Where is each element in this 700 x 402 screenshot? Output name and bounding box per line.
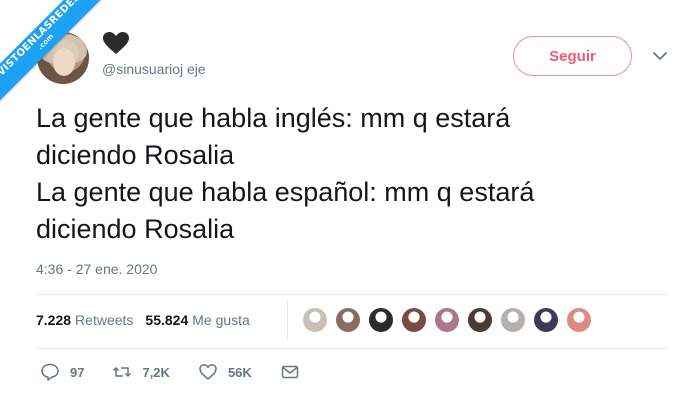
liker-avatar[interactable] (467, 307, 493, 333)
retweet-icon (113, 366, 132, 378)
liker-avatar[interactable] (566, 307, 592, 333)
retweet-count: 7,2K (142, 364, 170, 380)
divider (36, 294, 668, 295)
tweet-text: La gente que habla inglés: mm q estará d… (36, 100, 676, 248)
watermark-banner: VISTOENLASREDES .com (0, 0, 113, 109)
tweet-line: diciendo Rosalia (36, 140, 235, 170)
chevron-down-icon[interactable] (652, 50, 668, 62)
engagement-stats: 7.228 Retweets 55.824 Me gusta (36, 312, 250, 328)
liker-avatar[interactable] (368, 307, 394, 333)
likes-label[interactable]: Me gusta (192, 312, 250, 328)
liker-avatar[interactable] (302, 307, 328, 333)
liker-avatar[interactable] (335, 307, 361, 333)
tweet-line: diciendo Rosalia (36, 214, 235, 244)
follow-button[interactable]: Seguir (513, 36, 632, 76)
reply-icon (41, 363, 59, 381)
likes-count[interactable]: 55.824 (145, 312, 188, 328)
stats-separator (287, 300, 288, 340)
like-button[interactable]: 56K (198, 362, 252, 382)
retweet-button[interactable]: 7,2K (112, 362, 170, 382)
retweets-count[interactable]: 7.228 (36, 312, 71, 328)
tweet-timestamp[interactable]: 4:36 - 27 ene. 2020 (36, 261, 157, 277)
liker-avatars (302, 307, 599, 335)
watermark-ribbon: VISTOENLASREDES .com (0, 0, 130, 130)
liker-avatar[interactable] (401, 307, 427, 333)
divider (36, 348, 668, 349)
retweets-label[interactable]: Retweets (75, 312, 133, 328)
envelope-icon (281, 365, 299, 379)
liker-avatar[interactable] (533, 307, 559, 333)
reply-button[interactable]: 97 (40, 362, 84, 382)
liker-avatar[interactable] (434, 307, 460, 333)
action-bar: 97 7,2K 56K (40, 362, 328, 382)
tweet-line: La gente que habla inglés: mm q estará (36, 103, 511, 133)
like-count: 56K (227, 364, 252, 380)
direct-message-button[interactable] (280, 362, 300, 382)
watermark-text: VISTOENLASREDES (0, 0, 83, 79)
liker-avatar[interactable] (500, 307, 526, 333)
like-icon (199, 364, 217, 380)
tweet-line: La gente que habla español: mm q estará (36, 177, 535, 207)
reply-count: 97 (70, 364, 85, 380)
